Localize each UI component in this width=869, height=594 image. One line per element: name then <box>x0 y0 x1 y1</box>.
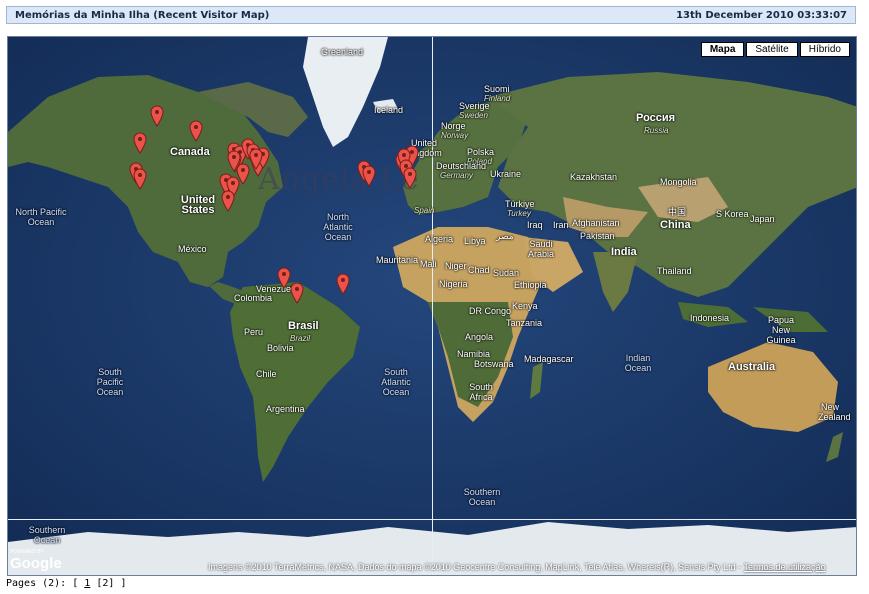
label-germany-sub: Germany <box>440 171 473 180</box>
visitor-pin-icon[interactable] <box>133 168 147 190</box>
label-algeria: Algeria <box>425 234 454 244</box>
label-botswana: Botswana <box>474 359 514 369</box>
visitor-pin-icon[interactable] <box>189 120 203 142</box>
label-afghanistan: Afghanistan <box>572 218 620 228</box>
label-argentina: Argentina <box>266 404 305 414</box>
label-papua: Papua New Guinea <box>766 315 796 345</box>
visitor-pin-icon[interactable] <box>221 190 235 212</box>
pagination: Pages (2): [ 1 [2] ] <box>6 578 126 589</box>
visitor-pin-icon[interactable] <box>336 273 350 295</box>
label-mali: Mali <box>420 259 437 269</box>
label-nigeria: Nigeria <box>439 279 468 289</box>
label-australia: Australia <box>728 361 776 373</box>
label-mongolia: Mongolia <box>660 177 697 187</box>
label-dr-congo: DR Congo <box>469 306 512 316</box>
label-peru: Peru <box>244 327 264 337</box>
label-southern-ocean: Southern Ocean <box>463 487 501 507</box>
map-title: Memórias da Minha Ilha (Recent Visitor M… <box>15 9 270 21</box>
visitor-pin-icon[interactable] <box>133 132 147 154</box>
label-south-africa: South Africa <box>469 382 493 402</box>
label-indonesia: Indonesia <box>690 313 730 323</box>
label-colombia: Colombia <box>234 293 273 303</box>
label-indian-ocean: Indian Ocean <box>624 353 652 373</box>
label-united-states: United States <box>180 194 216 216</box>
map-attribution: Imagens ©2010 TerraMetrics, NASA, Dados … <box>208 562 826 572</box>
label-thailand: Thailand <box>657 266 692 276</box>
map-header: Memórias da Minha Ilha (Recent Visitor M… <box>6 6 856 24</box>
label-rossiya: Россия <box>636 112 676 124</box>
map-type-mapa[interactable]: Mapa <box>700 42 745 57</box>
label-tanzania: Tanzania <box>506 318 543 328</box>
label-brasil: Brasil <box>288 320 319 332</box>
label-turkey-sub: Turkey <box>507 209 531 218</box>
label-angola: Angola <box>465 332 494 342</box>
label-south-pacific-ocean: South Pacific Ocean <box>96 367 124 397</box>
label-canada: Canada <box>170 146 210 158</box>
attribution-text: Imagens ©2010 TerraMetrics, NASA, Dados … <box>208 562 744 572</box>
label-kazakhstan: Kazakhstan <box>570 172 618 182</box>
visitor-pin-icon[interactable] <box>277 267 291 289</box>
label-s-korea: S Korea <box>716 209 749 219</box>
label-india: India <box>611 246 637 258</box>
visitor-pin-icon[interactable] <box>150 105 164 127</box>
visitor-pin-icon[interactable] <box>227 150 241 172</box>
label-egypt: مصر <box>496 231 514 241</box>
label-sweden-sub: Sweden <box>459 111 488 120</box>
terms-link[interactable]: Termos de utilização <box>744 562 826 572</box>
label-saudi: Saudi Arabia <box>527 239 554 259</box>
label-brazil-sub: Brazil <box>290 334 311 343</box>
pagination-suffix: ] <box>120 578 127 589</box>
label-iceland: Iceland <box>374 105 404 115</box>
label-chad: Chad <box>468 265 490 275</box>
label-greenland: Greenland <box>321 47 364 57</box>
label-iraq: Iraq <box>527 220 543 230</box>
label-ukraine: Ukraine <box>490 169 522 179</box>
visitor-pin-icon[interactable] <box>403 167 417 189</box>
label-china: China <box>660 219 691 231</box>
visitor-pin-icon[interactable] <box>290 282 304 304</box>
map-crosshair-horizontal <box>8 519 856 520</box>
map-type-satelite[interactable]: Satélite <box>746 42 798 57</box>
label-namibia: Namibia <box>457 349 491 359</box>
label-kenya: Kenya <box>512 301 538 311</box>
label-chile: Chile <box>256 369 277 379</box>
label-norway-sub: Norway <box>441 131 469 140</box>
label-north-pacific-ocean: North Pacific Ocean <box>15 207 67 227</box>
world-map[interactable]: Angela Lê Greenland Iceland Canada Unite… <box>7 36 857 576</box>
label-japan: Japan <box>750 214 775 224</box>
label-mauritania: Mauritania <box>376 255 419 265</box>
visitor-pin-icon[interactable] <box>362 165 376 187</box>
pagination-prefix: Pages (2): [ <box>6 578 79 589</box>
page-2-link[interactable]: [2] <box>96 578 114 589</box>
label-north-atlantic-ocean: North Atlantic Ocean <box>323 212 353 242</box>
label-china-zh: 中国 <box>668 207 687 217</box>
map-timestamp: 13th December 2010 03:33:07 <box>676 9 847 21</box>
label-pakistan: Pakistan <box>580 231 615 241</box>
google-logo[interactable]: POWERED BY Google <box>10 549 62 572</box>
label-iran: Iran <box>553 220 569 230</box>
label-spain: Spain <box>414 206 435 215</box>
label-madagascar: Madagascar <box>524 354 574 364</box>
map-type-control: Mapa Satélite Híbrido <box>699 42 850 57</box>
label-mexico: México <box>178 244 207 254</box>
label-russia-sub: Russia <box>644 126 669 135</box>
label-niger: Niger <box>445 261 467 271</box>
label-bolivia: Bolivia <box>267 343 294 353</box>
map-type-hibrido[interactable]: Híbrido <box>799 42 850 57</box>
page-1-link[interactable]: 1 <box>84 578 90 589</box>
label-south-atlantic-ocean: South Atlantic Ocean <box>381 367 411 397</box>
label-sudan: Sudan <box>493 268 520 278</box>
visitor-pin-icon[interactable] <box>249 148 263 170</box>
label-southern-ocean-left: Southern Ocean <box>28 525 66 545</box>
google-wordmark: Google <box>10 555 62 572</box>
label-ethiopia: Ethiopia <box>514 280 547 290</box>
label-libya: Libya <box>464 236 486 246</box>
map-crosshair-vertical <box>432 37 433 575</box>
label-new-zealand: New Zealand <box>818 402 851 422</box>
